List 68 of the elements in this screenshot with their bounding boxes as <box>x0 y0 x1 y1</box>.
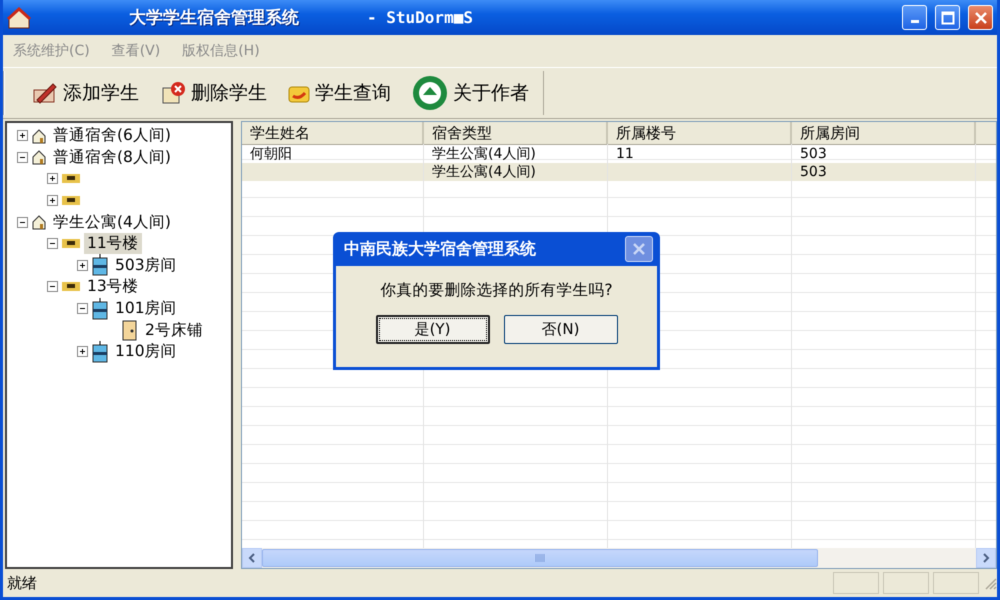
toolbar-button[interactable]: 添加学生 <box>27 78 143 108</box>
window-subtitle: - StuDorm■S <box>367 8 473 27</box>
tree-item[interactable]: 13号楼 <box>84 276 142 298</box>
toolbar-button[interactable]: 关于作者 <box>407 72 533 114</box>
room-icon <box>91 298 109 320</box>
collapse-icon[interactable] <box>77 303 88 314</box>
dialog-message: 你真的要删除选择的所有学生吗? <box>380 280 613 301</box>
minimize-icon <box>910 20 918 23</box>
room-icon <box>91 254 109 276</box>
status-panel <box>833 572 879 594</box>
house-icon <box>31 149 47 166</box>
collapse-icon[interactable] <box>47 238 58 250</box>
dialog-title: 中南民族大学宿舍管理系统 <box>344 238 536 260</box>
collapse-icon[interactable] <box>17 152 28 163</box>
tree-item[interactable]: 2号床铺 <box>142 320 206 341</box>
close-icon <box>974 10 988 24</box>
toolbar-button[interactable]: 学生查询 <box>283 78 395 108</box>
expand-icon[interactable] <box>77 346 88 358</box>
tree-item[interactable]: 101房间 <box>112 298 180 320</box>
tag-icon <box>61 281 81 292</box>
scrollbar-thumb[interactable] <box>262 549 818 567</box>
dialog-button[interactable]: 是(Y) <box>376 315 490 344</box>
house-icon <box>31 214 47 230</box>
dialog-button[interactable]: 否(N) <box>504 315 618 344</box>
table-cell-text: 11 <box>615 145 635 163</box>
toolbar-button[interactable]: 删除学生 <box>155 78 271 108</box>
table-cell-text: 学生公寓(4人间) <box>431 163 537 181</box>
tree-item[interactable]: 11号楼 <box>84 233 142 254</box>
table-cell-text: 503 <box>799 163 828 181</box>
table-cell-text: 何朝阳 <box>249 145 293 163</box>
maximize-button[interactable] <box>935 5 960 30</box>
tree-item[interactable]: 学生公寓(4人间) <box>50 212 174 233</box>
room-icon <box>91 340 109 363</box>
house-icon <box>31 128 47 144</box>
status-panel <box>883 572 929 594</box>
window-title: 大学学生宿舍管理系统 <box>129 7 299 29</box>
scroll-right-button[interactable] <box>976 548 996 568</box>
expand-icon[interactable] <box>47 195 58 206</box>
tag-icon <box>61 238 81 250</box>
column-header[interactable]: 所属楼号 <box>608 122 792 144</box>
column-header[interactable]: 学生姓名 <box>242 122 424 144</box>
collapse-icon[interactable] <box>17 216 28 228</box>
door-icon <box>121 319 139 342</box>
tree-item[interactable]: 普通宿舍(8人间) <box>50 146 174 168</box>
table-cell-text: 503 <box>799 145 828 163</box>
minimize-button[interactable] <box>902 5 927 30</box>
column-header[interactable]: 宿舍类型 <box>424 122 608 144</box>
expand-icon[interactable] <box>17 130 28 142</box>
expand-icon[interactable] <box>77 260 88 271</box>
table-cell-text: 学生公寓(4人间) <box>431 145 537 163</box>
resize-grip-icon[interactable] <box>983 576 997 590</box>
status-panel <box>933 572 979 594</box>
tag-icon <box>61 173 81 184</box>
tree-item[interactable]: 503房间 <box>112 254 180 276</box>
tree-item[interactable]: 110房间 <box>112 341 180 362</box>
emblem-icon <box>411 74 449 112</box>
tree-item[interactable]: 普通宿舍(6人间) <box>50 125 174 146</box>
collapse-icon[interactable] <box>47 281 58 292</box>
house-icon <box>7 6 31 28</box>
maximize-icon <box>940 10 954 24</box>
status-text: 就绪 <box>7 574 37 592</box>
column-header[interactable]: 所属房间 <box>792 122 976 144</box>
scroll-left-button[interactable] <box>242 548 262 568</box>
expand-icon[interactable] <box>47 173 58 184</box>
close-icon <box>632 242 646 256</box>
tag-icon <box>61 195 81 206</box>
table-row[interactable]: 学生公寓(4人间) 503 <box>242 163 996 181</box>
table-row[interactable]: 何朝阳 学生公寓(4人间) 11 503 <box>242 145 996 163</box>
